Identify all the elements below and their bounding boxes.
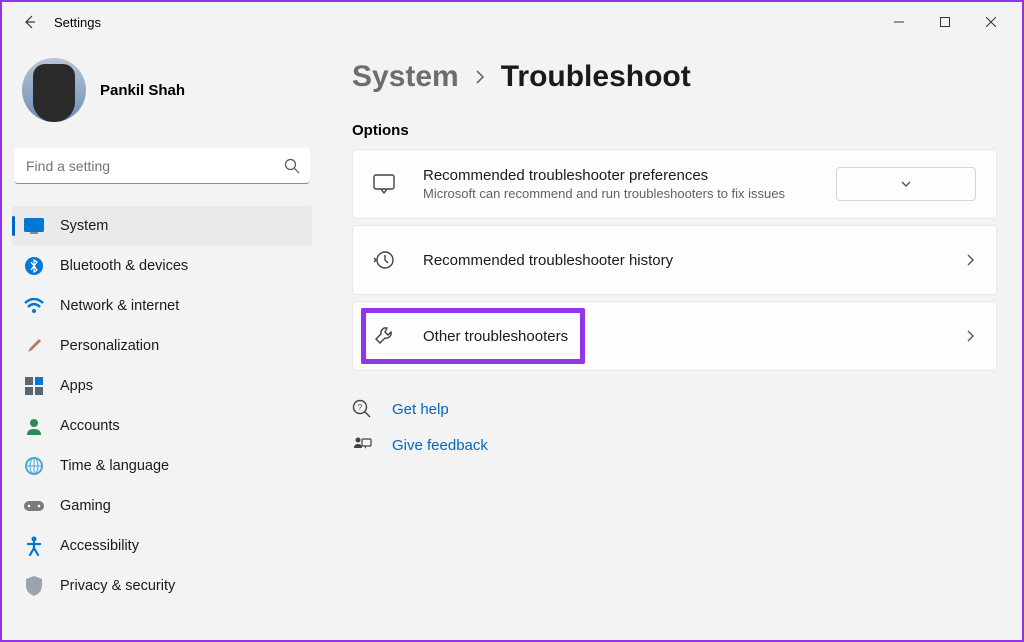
accessibility-icon bbox=[24, 536, 44, 556]
display-icon bbox=[24, 216, 44, 236]
sidebar-item-accounts[interactable]: Accounts bbox=[12, 406, 312, 446]
chevron-right-icon bbox=[473, 70, 487, 84]
sidebar-item-label: Time & language bbox=[60, 458, 169, 474]
titlebar: Settings bbox=[2, 2, 1022, 42]
breadcrumb-parent[interactable]: System bbox=[352, 60, 459, 94]
card-title: Other troubleshooters bbox=[423, 328, 952, 345]
help-icon: ? bbox=[352, 399, 374, 419]
svg-text:?: ? bbox=[358, 403, 363, 412]
window-title: Settings bbox=[54, 15, 101, 30]
search-icon bbox=[284, 158, 300, 174]
sidebar-item-label: Accessibility bbox=[60, 538, 139, 554]
nav-list: System Bluetooth & devices Network & int… bbox=[12, 206, 312, 606]
preferences-dropdown[interactable] bbox=[836, 167, 976, 201]
card-recommended-history[interactable]: Recommended troubleshooter history bbox=[352, 225, 997, 295]
get-help-link[interactable]: ? Get help bbox=[352, 399, 997, 419]
sidebar-item-label: Accounts bbox=[60, 418, 120, 434]
breadcrumb: System Troubleshoot bbox=[352, 60, 997, 94]
card-subtitle: Microsoft can recommend and run troubles… bbox=[423, 186, 828, 201]
card-title: Recommended troubleshooter preferences bbox=[423, 167, 828, 184]
breadcrumb-current: Troubleshoot bbox=[501, 60, 691, 94]
shield-icon bbox=[24, 576, 44, 596]
chat-icon bbox=[373, 173, 401, 195]
sidebar-item-accessibility[interactable]: Accessibility bbox=[12, 526, 312, 566]
chevron-right-icon bbox=[964, 330, 976, 342]
sidebar-item-label: Network & internet bbox=[60, 298, 179, 314]
card-other-troubleshooters[interactable]: Other troubleshooters bbox=[352, 301, 997, 371]
sidebar-item-label: System bbox=[60, 218, 108, 234]
chevron-right-icon bbox=[964, 254, 976, 266]
bluetooth-icon bbox=[24, 256, 44, 276]
sidebar-item-label: Bluetooth & devices bbox=[60, 258, 188, 274]
wrench-icon bbox=[373, 325, 401, 347]
sidebar-item-bluetooth[interactable]: Bluetooth & devices bbox=[12, 246, 312, 286]
wifi-icon bbox=[24, 296, 44, 316]
sidebar-item-label: Gaming bbox=[60, 498, 111, 514]
sidebar-item-personalization[interactable]: Personalization bbox=[12, 326, 312, 366]
history-icon bbox=[373, 249, 401, 271]
sidebar-item-privacy[interactable]: Privacy & security bbox=[12, 566, 312, 606]
person-icon bbox=[24, 416, 44, 436]
maximize-button[interactable] bbox=[922, 2, 968, 42]
close-button[interactable] bbox=[968, 2, 1014, 42]
give-feedback-link[interactable]: Give feedback bbox=[352, 435, 997, 455]
chevron-down-icon bbox=[900, 178, 912, 190]
maximize-icon bbox=[940, 17, 950, 27]
minimize-icon bbox=[894, 17, 904, 27]
sidebar-item-apps[interactable]: Apps bbox=[12, 366, 312, 406]
profile-name: Pankil Shah bbox=[100, 82, 185, 99]
card-title: Recommended troubleshooter history bbox=[423, 252, 952, 269]
profile-block[interactable]: Pankil Shah bbox=[12, 50, 312, 140]
give-feedback-label: Give feedback bbox=[392, 437, 488, 454]
globe-icon bbox=[24, 456, 44, 476]
gamepad-icon bbox=[24, 496, 44, 516]
get-help-label: Get help bbox=[392, 401, 449, 418]
close-icon bbox=[986, 17, 996, 27]
footer-links: ? Get help Give feedback bbox=[352, 399, 997, 455]
avatar bbox=[22, 58, 86, 122]
search-wrap bbox=[14, 148, 310, 184]
apps-icon bbox=[24, 376, 44, 396]
sidebar: Pankil Shah System Bluetooth & devices N… bbox=[2, 42, 322, 640]
window-controls bbox=[876, 2, 1014, 42]
sidebar-item-label: Privacy & security bbox=[60, 578, 175, 594]
arrow-left-icon bbox=[22, 14, 38, 30]
feedback-icon bbox=[352, 435, 374, 455]
sidebar-item-system[interactable]: System bbox=[12, 206, 312, 246]
section-title-options: Options bbox=[352, 122, 997, 139]
sidebar-item-time-language[interactable]: Time & language bbox=[12, 446, 312, 486]
sidebar-item-gaming[interactable]: Gaming bbox=[12, 486, 312, 526]
search-input[interactable] bbox=[14, 148, 310, 184]
brush-icon bbox=[24, 336, 44, 356]
sidebar-item-network[interactable]: Network & internet bbox=[12, 286, 312, 326]
card-recommended-preferences[interactable]: Recommended troubleshooter preferences M… bbox=[352, 149, 997, 219]
sidebar-item-label: Apps bbox=[60, 378, 93, 394]
back-button[interactable] bbox=[10, 2, 50, 42]
content-area: System Troubleshoot Options Recommended … bbox=[322, 42, 1022, 640]
sidebar-item-label: Personalization bbox=[60, 338, 159, 354]
minimize-button[interactable] bbox=[876, 2, 922, 42]
